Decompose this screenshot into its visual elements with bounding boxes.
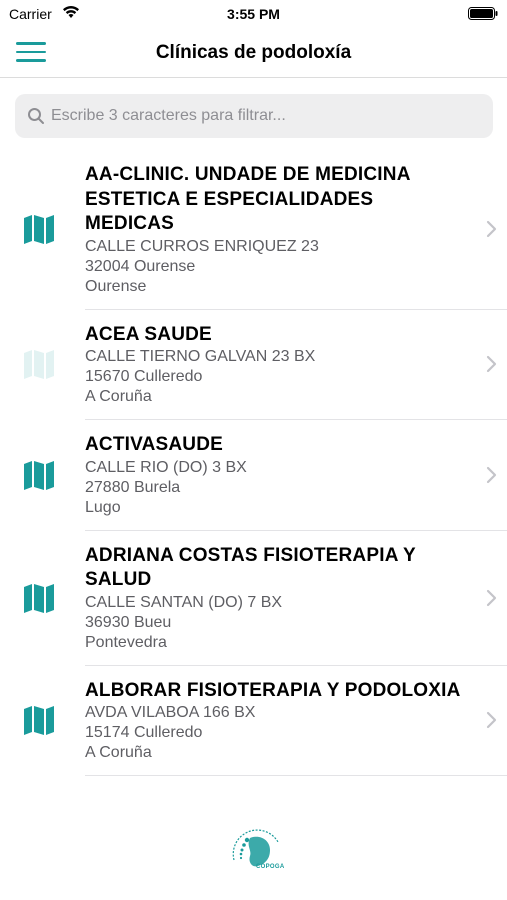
clinic-postal-city: 36930 Bueu [85, 613, 172, 631]
list-item[interactable]: ACTIVASAUDE CALLE RIO (DO) 3 BX 27880 Bu… [24, 420, 507, 531]
list-item[interactable]: ACEA SAUDE CALLE TIERNO GALVAN 23 BX 156… [24, 310, 507, 420]
page-title: Clínicas de podoloxía [155, 42, 352, 63]
clinic-street: CALLE SANTAN (DO) 7 BX [85, 593, 283, 611]
search-icon [28, 108, 44, 124]
clinic-street: CALLE CURROS ENRIQUEZ 23 [85, 237, 319, 255]
map-icon [24, 583, 54, 613]
status-bar: Carrier 3:55 PM [0, 0, 507, 28]
clinic-name: ACTIVASAUDE [85, 434, 224, 455]
chevron-right-icon [486, 221, 497, 238]
clinic-list: AA-CLINIC. UNDADE DE MEDICINA ESTETICA E… [0, 150, 507, 776]
clinic-province: Pontevedra [85, 633, 167, 651]
list-item[interactable]: ADRIANA COSTAS FISIOTERAPIA Y SALUD CALL… [24, 531, 507, 666]
foot-logo-icon [232, 829, 279, 867]
chevron-right-icon [486, 589, 497, 606]
chevron-right-icon [486, 712, 497, 729]
navigation-bar: Clínicas de podoloxía [0, 28, 507, 78]
clinic-name: AA-CLINIC. UNDADE DE MEDICINA ESTETICA E… [85, 164, 410, 234]
clinic-postal-city: 32004 Ourense [85, 257, 196, 275]
chevron-right-icon [486, 466, 497, 483]
clinic-province: Ourense [85, 277, 147, 295]
copoga-logo: COPOGA [220, 820, 292, 884]
clinic-province: Lugo [85, 498, 121, 516]
clinic-province: A Coruña [85, 744, 152, 761]
search-input[interactable] [51, 94, 481, 138]
search-bar [15, 94, 493, 138]
map-icon [24, 706, 54, 736]
clinic-name: ADRIANA COSTAS FISIOTERAPIA Y SALUD [85, 544, 416, 591]
clinic-postal-city: 15670 Culleredo [85, 368, 203, 385]
clinic-postal-city: 27880 Burela [85, 478, 181, 496]
clock: 3:55 PM [227, 6, 280, 22]
logo-text: COPOGA [256, 864, 285, 870]
clinic-province: A Coruña [85, 388, 152, 405]
clinic-name: ACEA SAUDE [85, 323, 212, 345]
list-item[interactable]: ALBORAR FISIOTERAPIA Y PODOLOXIA AVDA VI… [24, 666, 507, 776]
list-item[interactable]: AA-CLINIC. UNDADE DE MEDICINA ESTETICA E… [24, 150, 507, 310]
map-icon [24, 460, 54, 490]
clinic-street: AVDA VILABOA 166 BX [85, 704, 256, 721]
map-icon [24, 215, 54, 245]
clinic-name: ALBORAR FISIOTERAPIA Y PODOLOXIA [85, 679, 461, 701]
battery-icon [468, 7, 498, 20]
clinic-street: CALLE RIO (DO) 3 BX [85, 458, 247, 476]
map-icon [24, 350, 54, 380]
chevron-right-icon [486, 356, 497, 373]
clinic-postal-city: 15174 Culleredo [85, 724, 203, 741]
clinic-street: CALLE TIERNO GALVAN 23 BX [85, 348, 316, 365]
